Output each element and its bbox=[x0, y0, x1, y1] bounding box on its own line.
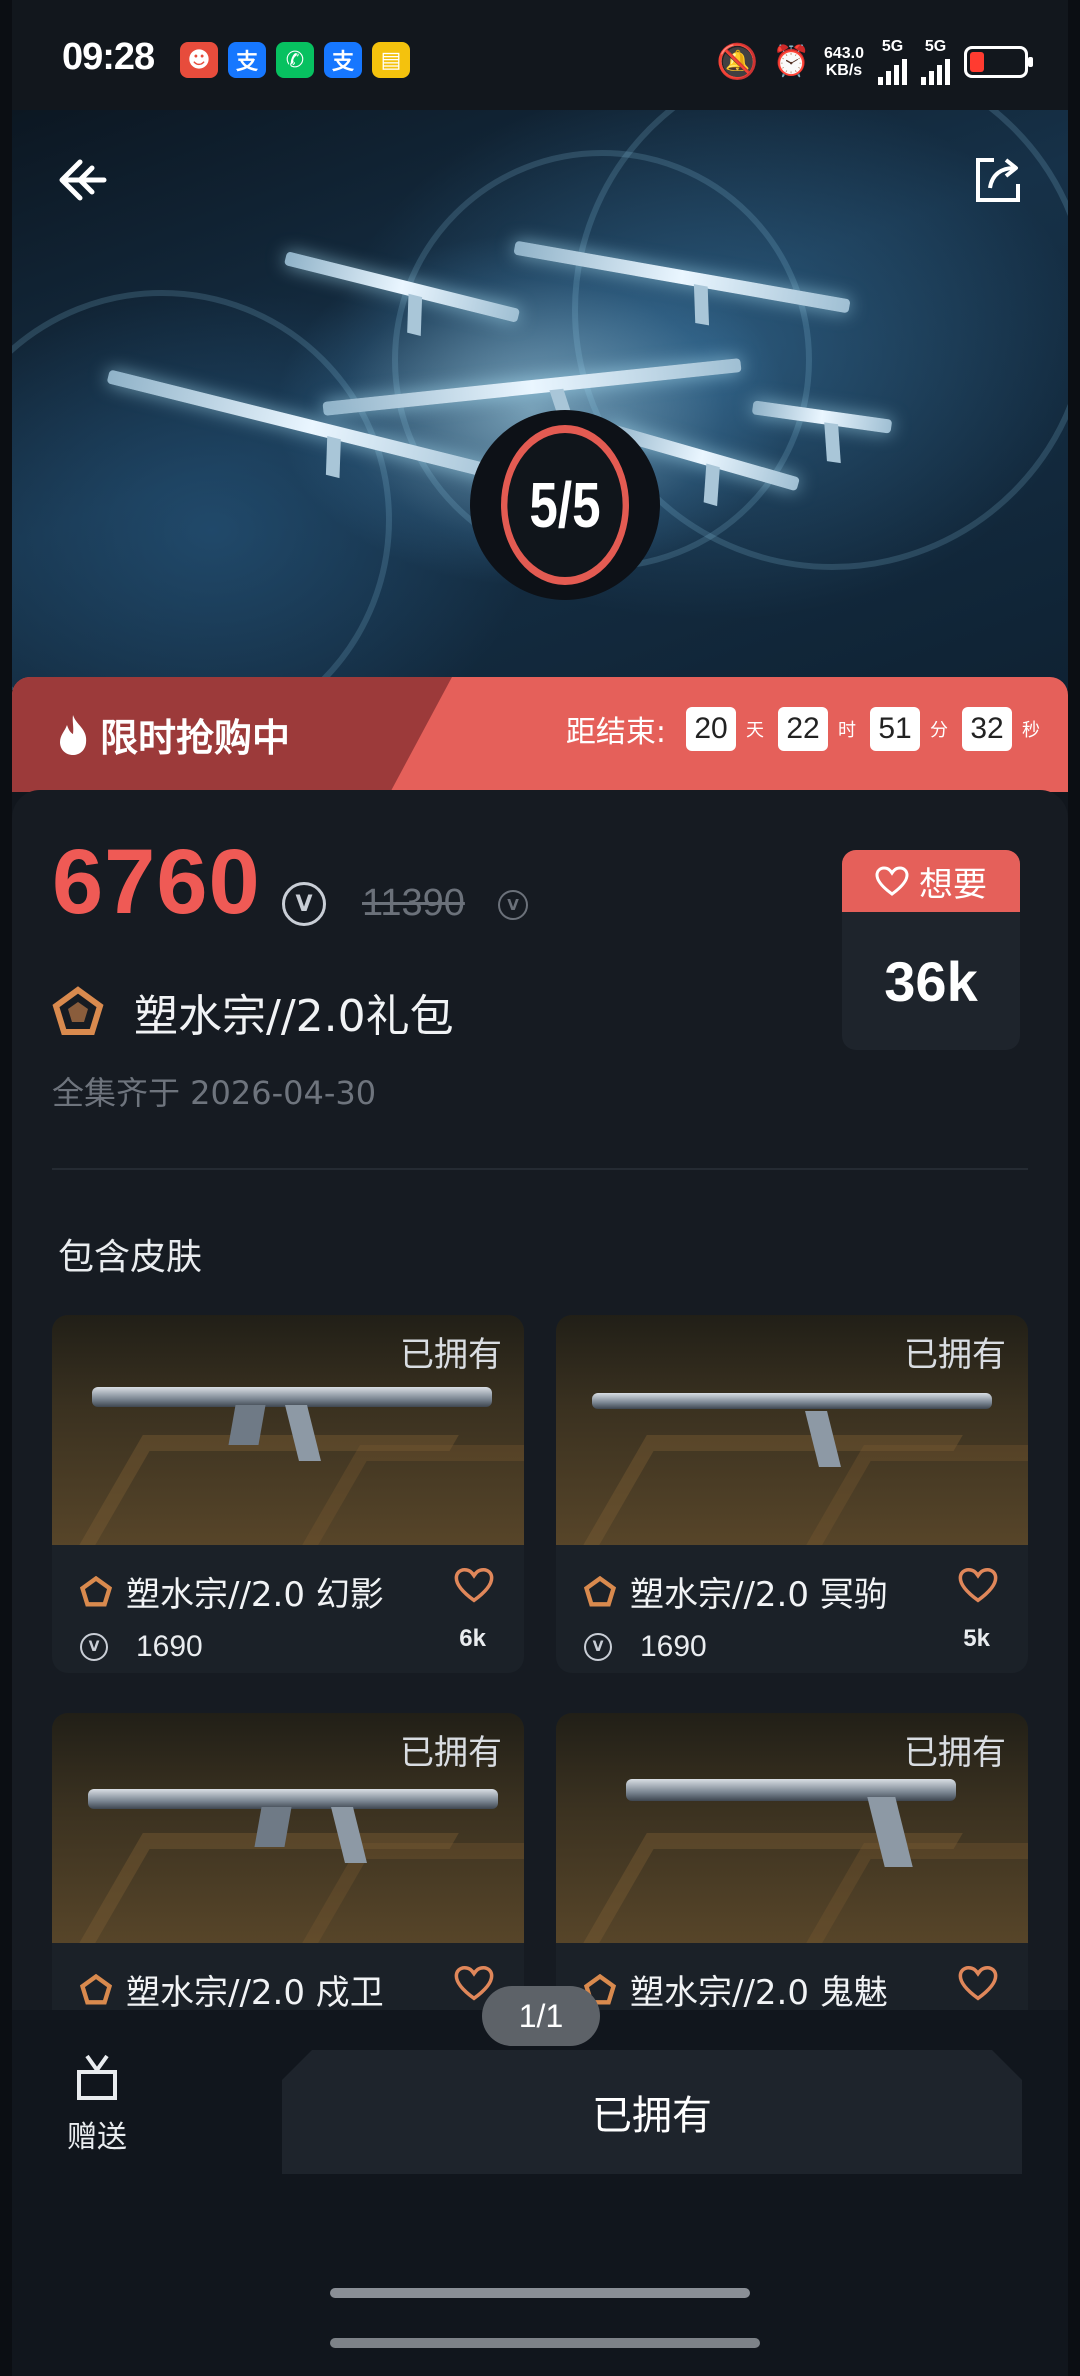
skin-image: 已拥有 bbox=[556, 1315, 1028, 1545]
weapon-render bbox=[592, 1393, 992, 1467]
battery-icon bbox=[964, 45, 1033, 78]
app-frame: 09:28 ☻ 支 ✆ 支 ▤ 🔕 ⏰ 643.0 KB/s 5G 5G 5/5… bbox=[12, 0, 1068, 2376]
owned-button[interactable]: 已拥有 bbox=[282, 2050, 1022, 2174]
fire-icon bbox=[60, 714, 87, 755]
skin-wish-count: 6k bbox=[459, 1625, 486, 1652]
owned-label: 已拥有 bbox=[904, 1335, 1006, 1375]
countdown-hours: 22 bbox=[778, 707, 828, 751]
tier-pentagon-icon bbox=[52, 986, 104, 1038]
wishlist-count: 36k bbox=[884, 949, 978, 1013]
alarm-off-icon: ⏰ bbox=[772, 44, 810, 79]
weapon-render bbox=[626, 1779, 956, 1867]
heart-icon[interactable] bbox=[454, 1565, 494, 1605]
notification-icons: ☻ 支 ✆ 支 ▤ bbox=[180, 42, 410, 78]
bundle-title-row: 塑水宗//2.0礼包 bbox=[52, 980, 454, 1044]
skin-image: 已拥有 bbox=[52, 1713, 524, 1943]
gift-button[interactable]: 赠送 bbox=[52, 2052, 142, 2156]
tier-pentagon-icon bbox=[80, 1973, 112, 2004]
status-time: 09:28 bbox=[62, 36, 155, 78]
valorant-points-icon: V bbox=[498, 890, 528, 920]
net-speed: 643.0 KB/s bbox=[823, 44, 864, 79]
valorant-points-icon: V bbox=[584, 1633, 612, 1661]
skin-card[interactable]: 已拥有 塑水宗//2.0 冥驹 V 1690 5k bbox=[556, 1315, 1028, 1673]
back-arrow-icon bbox=[59, 159, 107, 201]
skin-info: 塑水宗//2.0 鬼魅 bbox=[556, 1943, 1028, 2014]
collection-complete-date: 全集齐于 2026-04-30 bbox=[52, 1074, 377, 1112]
collection-progress-text: 5/5 bbox=[501, 425, 629, 585]
heart-icon[interactable] bbox=[958, 1963, 998, 2003]
tier-pentagon-icon bbox=[584, 1575, 616, 1606]
collection-progress-badge: 5/5 bbox=[470, 410, 660, 600]
alipay-icon: 支 bbox=[228, 42, 266, 78]
countdown-minutes-unit: 分 bbox=[930, 720, 948, 741]
skin-name: 塑水宗//2.0 戍卫 bbox=[126, 1973, 384, 2013]
countdown-seconds: 32 bbox=[962, 707, 1012, 751]
tier-pentagon-icon bbox=[80, 1575, 112, 1606]
skin-info: 塑水宗//2.0 冥驹 V 1690 5k bbox=[556, 1545, 1028, 1664]
weapon-render bbox=[88, 1789, 498, 1863]
owned-label: 已拥有 bbox=[400, 1335, 502, 1375]
share-icon bbox=[976, 158, 1020, 202]
swirl-decoration bbox=[12, 290, 392, 690]
wechat-icon: ✆ bbox=[276, 42, 314, 78]
countdown-days-unit: 天 bbox=[746, 720, 764, 741]
heart-icon[interactable] bbox=[958, 1565, 998, 1605]
skin-name: 塑水宗//2.0 幻影 bbox=[126, 1575, 384, 1615]
divider bbox=[52, 1168, 1028, 1170]
countdown-hours-unit: 时 bbox=[838, 720, 856, 741]
skin-image: 已拥有 bbox=[556, 1713, 1028, 1943]
mute-icon: 🔕 bbox=[716, 41, 759, 82]
share-button[interactable] bbox=[958, 140, 1038, 220]
wishlist-card[interactable]: 想要 36k bbox=[842, 850, 1020, 1050]
skin-info: 塑水宗//2.0 戍卫 bbox=[52, 1943, 524, 2014]
status-bar: 09:28 ☻ 支 ✆ 支 ▤ 🔕 ⏰ 643.0 KB/s 5G 5G bbox=[12, 0, 1068, 110]
heart-icon bbox=[875, 866, 909, 896]
skin-wish-count: 5k bbox=[963, 1625, 990, 1652]
skin-price: 1690 bbox=[136, 1630, 203, 1663]
skin-name: 塑水宗//2.0 鬼魅 bbox=[630, 1973, 888, 2013]
weapon-render bbox=[92, 1387, 492, 1461]
skin-name: 塑水宗//2.0 冥驹 bbox=[630, 1575, 888, 1615]
countdown-seconds-unit: 秒 bbox=[1022, 720, 1040, 741]
countdown-days: 20 bbox=[686, 707, 736, 751]
bundle-original-price: 11390 bbox=[362, 882, 465, 924]
skin-card[interactable]: 已拥有 塑水宗//2.0 幻影 V 1690 6k bbox=[52, 1315, 524, 1673]
wishlist-label: 想要 bbox=[919, 864, 987, 905]
skin-grid: 已拥有 塑水宗//2.0 幻影 V 1690 6k 已拥有 塑水宗//2.0 冥… bbox=[52, 1315, 1028, 2071]
signal-1: 5G bbox=[878, 38, 907, 85]
flash-sale-label: 限时抢购中 bbox=[12, 677, 452, 792]
skin-price: 1690 bbox=[640, 1630, 707, 1663]
signal-bars-icon bbox=[921, 55, 950, 85]
owned-label: 已拥有 bbox=[400, 1733, 502, 1773]
app-yellow-icon: ▤ bbox=[372, 42, 410, 78]
skin-info: 塑水宗//2.0 幻影 V 1690 6k bbox=[52, 1545, 524, 1664]
signal-bars-icon bbox=[878, 55, 907, 85]
back-button[interactable] bbox=[42, 140, 122, 220]
gift-icon bbox=[77, 2054, 117, 2100]
flash-sale-title: 限时抢购中 bbox=[100, 716, 291, 760]
wishlist-button[interactable]: 想要 bbox=[842, 850, 1020, 912]
alipay-icon: 支 bbox=[324, 42, 362, 78]
sale-countdown: 距结束: 20 天 22 时 51 分 32 秒 bbox=[566, 707, 1046, 751]
status-indicators: 🔕 ⏰ 643.0 KB/s 5G 5G bbox=[716, 38, 1033, 85]
bundle-name: 塑水宗//2.0礼包 bbox=[134, 991, 454, 1042]
home-indicator[interactable] bbox=[330, 2288, 750, 2298]
owned-label: 已拥有 bbox=[904, 1733, 1006, 1773]
app-red-icon: ☻ bbox=[180, 42, 218, 78]
countdown-minutes: 51 bbox=[870, 707, 920, 751]
valorant-points-icon: V bbox=[282, 882, 326, 926]
bundle-price: 6760 bbox=[52, 831, 261, 933]
countdown-label: 距结束: bbox=[565, 715, 666, 750]
page-indicator: 1/1 bbox=[482, 1986, 600, 2046]
bundle-hero-image bbox=[12, 110, 1068, 690]
valorant-points-icon: V bbox=[80, 1633, 108, 1661]
skin-image: 已拥有 bbox=[52, 1315, 524, 1545]
gesture-bar[interactable] bbox=[330, 2338, 760, 2348]
flash-sale-banner: 限时抢购中 距结束: 20 天 22 时 51 分 32 秒 bbox=[12, 677, 1068, 792]
gift-label: 赠送 bbox=[67, 2120, 127, 2155]
included-skins-title: 包含皮肤 bbox=[58, 1237, 203, 1278]
signal-2: 5G bbox=[921, 38, 950, 85]
bottom-action-bar: 1/1 赠送 已拥有 bbox=[12, 1986, 1068, 2376]
